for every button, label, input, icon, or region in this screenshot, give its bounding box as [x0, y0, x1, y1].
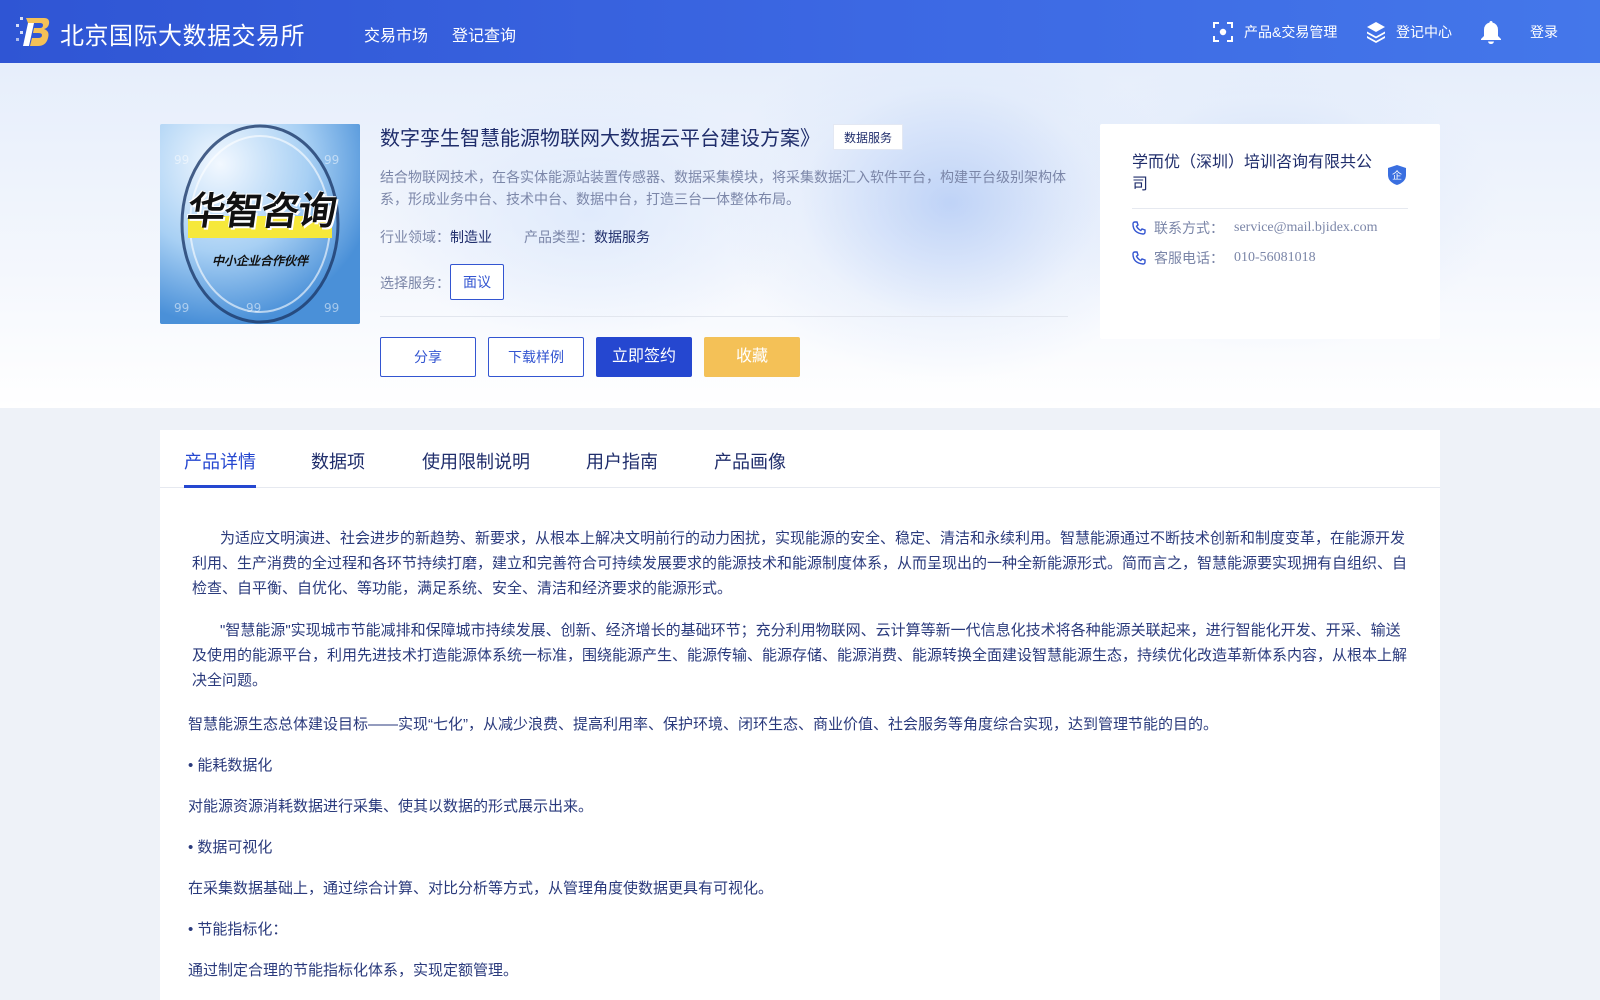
product-cover-image: 99 99 99 99 99 华智咨询 中小企业合作伙伴 — [160, 124, 360, 324]
industry-label: 行业领域： — [380, 229, 450, 245]
phone-icon — [1132, 221, 1146, 235]
cover-subtitle-text: 中小企业合作伙伴 — [211, 254, 308, 268]
service-label: 选择服务： — [380, 275, 450, 291]
favorite-button[interactable]: 收藏 — [704, 337, 800, 377]
contact-label: 联系方式： — [1154, 220, 1224, 236]
exchange-logo-icon[interactable] — [16, 14, 52, 48]
svg-text:99: 99 — [174, 153, 189, 167]
bullet-item: • 能耗数据化 — [188, 757, 273, 774]
product-type-label: 产品类型： — [524, 229, 594, 245]
phone-icon — [1132, 251, 1146, 265]
detail-paragraph: 智慧能源生态总体建设目标——实现“七化”，从减少浪费、提高利用率、保护环境、闭环… — [188, 716, 1218, 733]
bullet-item: • 数据可视化 — [188, 839, 273, 856]
bullet-item: • 节能指标化： — [188, 921, 288, 938]
top-navbar: 北京国际大数据交易所 交易市场 登记查询 产品&交易管理 登记中心 登录 — [0, 0, 1600, 63]
company-card: 学而优（深圳）培训咨询有限共公司 企 联系方式： service@mail.bj… — [1100, 124, 1440, 339]
notifications-button[interactable] — [1480, 0, 1512, 63]
service-option-negotiable[interactable]: 面议 — [450, 264, 504, 300]
service-phone-row: 客服电话： 010-56081018 — [1132, 248, 1316, 268]
share-button[interactable]: 分享 — [380, 337, 476, 377]
product-tag: 数据服务 — [833, 124, 904, 150]
nav-register-center-label: 登记中心 — [1396, 23, 1452, 40]
contact-row: 联系方式： service@mail.bjidex.com — [1132, 218, 1378, 238]
bell-icon — [1481, 20, 1501, 44]
detail-paragraph: 为适应文明演进、社会进步的新趋势、新要求，从根本上解决文明前行的动力困扰，实现能… — [192, 530, 1408, 597]
product-description: 结合物联网技术，在各实体能源站装置传感器、数据采集模块，将采集数据汇入软件平台，… — [380, 169, 1066, 207]
tab-user-guide[interactable]: 用户指南 — [586, 448, 658, 474]
divider — [1132, 208, 1408, 209]
detail-paragraph: 对能源资源消耗数据进行采集、使其以数据的形式展示出来。 — [188, 798, 594, 815]
brand-name[interactable]: 北京国际大数据交易所 — [60, 16, 305, 51]
product-detail-panel: 产品详情 数据项 使用限制说明 用户指南 产品画像 为适应文明演进、社会进步的新… — [160, 430, 1440, 1000]
nav-product-management[interactable]: 产品&交易管理 — [1212, 0, 1337, 63]
industry-value: 制造业 — [450, 229, 492, 245]
detail-paragraph: "智慧能源"实现城市节能减排和保障城市持续发展、创新、经济增长的基础环节；充分利… — [192, 622, 1408, 689]
active-tab-indicator — [184, 485, 256, 488]
tab-product-details[interactable]: 产品详情 — [184, 448, 256, 474]
detail-content: 为适应文明演进、社会进步的新趋势、新要求，从根本上解决文明前行的动力困扰，实现能… — [192, 526, 1412, 601]
tab-product-profile[interactable]: 产品画像 — [714, 448, 786, 474]
divider — [380, 316, 1068, 317]
phone-label: 客服电话： — [1154, 250, 1224, 266]
tab-usage-restrictions[interactable]: 使用限制说明 — [422, 448, 530, 474]
nav-registration-query[interactable]: 登记查询 — [452, 22, 516, 46]
sign-now-button[interactable]: 立即签约 — [596, 337, 692, 377]
svg-text:99: 99 — [324, 301, 339, 315]
download-sample-button[interactable]: 下载样例 — [488, 337, 584, 377]
svg-text:99: 99 — [174, 301, 189, 315]
detail-paragraph: 在采集数据基础上，通过综合计算、对比分析等方式，从管理角度使数据更具有可视化。 — [188, 880, 774, 897]
contact-email[interactable]: service@mail.bjidex.com — [1234, 220, 1378, 236]
detail-tabs: 产品详情 数据项 使用限制说明 用户指南 产品画像 — [160, 430, 1440, 488]
product-type-field: 产品类型：数据服务 — [524, 227, 650, 247]
nav-product-management-label: 产品&交易管理 — [1244, 23, 1338, 40]
company-name[interactable]: 学而优（深圳）培训咨询有限共公司 — [1132, 152, 1382, 196]
scan-focus-icon — [1213, 21, 1233, 42]
svg-text:99: 99 — [324, 153, 339, 167]
product-title: 数字孪生智慧能源物联网大数据云平台建设方案》 — [380, 128, 820, 150]
detail-paragraph: 通过制定合理的节能指标化体系，实现定额管理。 — [188, 962, 519, 979]
detail-content: "智慧能源"实现城市节能减排和保障城市持续发展、创新、经济增长的基础环节；充分利… — [192, 618, 1412, 693]
enterprise-badge-text: 企 — [1392, 169, 1402, 182]
product-type-value: 数据服务 — [594, 229, 650, 245]
phone-value: 010-56081018 — [1234, 250, 1316, 265]
tab-data-items[interactable]: 数据项 — [311, 448, 365, 474]
nav-register-center[interactable]: 登记中心 — [1366, 0, 1452, 63]
svg-text:99: 99 — [246, 301, 261, 315]
enterprise-verified-icon: 企 — [1388, 165, 1406, 185]
login-link[interactable]: 登录 — [1530, 0, 1558, 63]
nav-trading-market[interactable]: 交易市场 — [364, 22, 428, 46]
industry-field: 行业领域：制造业 — [380, 227, 492, 247]
cover-title-text: 华智咨询 — [184, 189, 339, 233]
layers-icon — [1367, 21, 1385, 43]
